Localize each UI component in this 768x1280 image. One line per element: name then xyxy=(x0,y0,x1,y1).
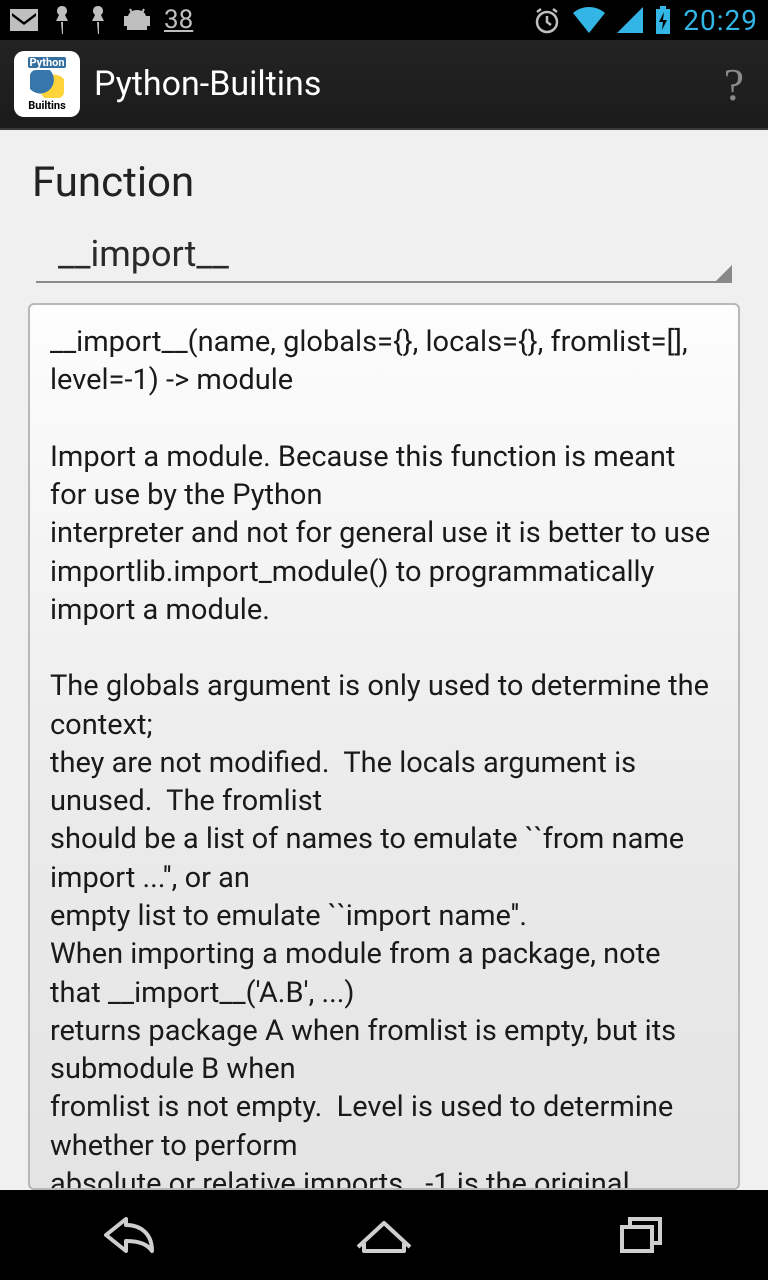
chevron-down-icon xyxy=(716,265,732,281)
status-right: 20:29 xyxy=(533,4,758,37)
function-spinner[interactable]: __import__ xyxy=(36,225,732,283)
status-bar: 38 20:29 xyxy=(0,0,768,40)
gmail-icon xyxy=(10,9,38,31)
app-title: Python-Builtins xyxy=(94,64,700,104)
back-button[interactable] xyxy=(68,1205,188,1265)
navigation-bar xyxy=(0,1190,768,1280)
status-clock: 20:29 xyxy=(683,4,758,37)
alarm-icon xyxy=(533,6,561,34)
spinner-value: __import__ xyxy=(58,233,726,275)
section-header: Function xyxy=(32,158,744,207)
pushpin-icon-2 xyxy=(86,6,110,34)
recent-apps-button[interactable] xyxy=(580,1205,700,1265)
documentation-text[interactable]: __import__(name, globals={}, locals={}, … xyxy=(28,303,740,1190)
help-button[interactable]: ? xyxy=(714,58,754,111)
app-icon[interactable]: Python Builtins xyxy=(14,51,80,117)
signal-icon xyxy=(617,7,643,33)
home-button[interactable] xyxy=(324,1205,444,1265)
battery-charging-icon xyxy=(655,6,671,34)
status-left: 38 xyxy=(10,5,193,35)
pushpin-icon xyxy=(50,6,74,34)
content-area: Function __import__ __import__(name, glo… xyxy=(0,130,768,1190)
wifi-icon xyxy=(573,7,605,33)
notification-count: 38 xyxy=(164,5,193,35)
android-icon xyxy=(122,7,152,33)
action-bar: Python Builtins Python-Builtins ? xyxy=(0,40,768,130)
